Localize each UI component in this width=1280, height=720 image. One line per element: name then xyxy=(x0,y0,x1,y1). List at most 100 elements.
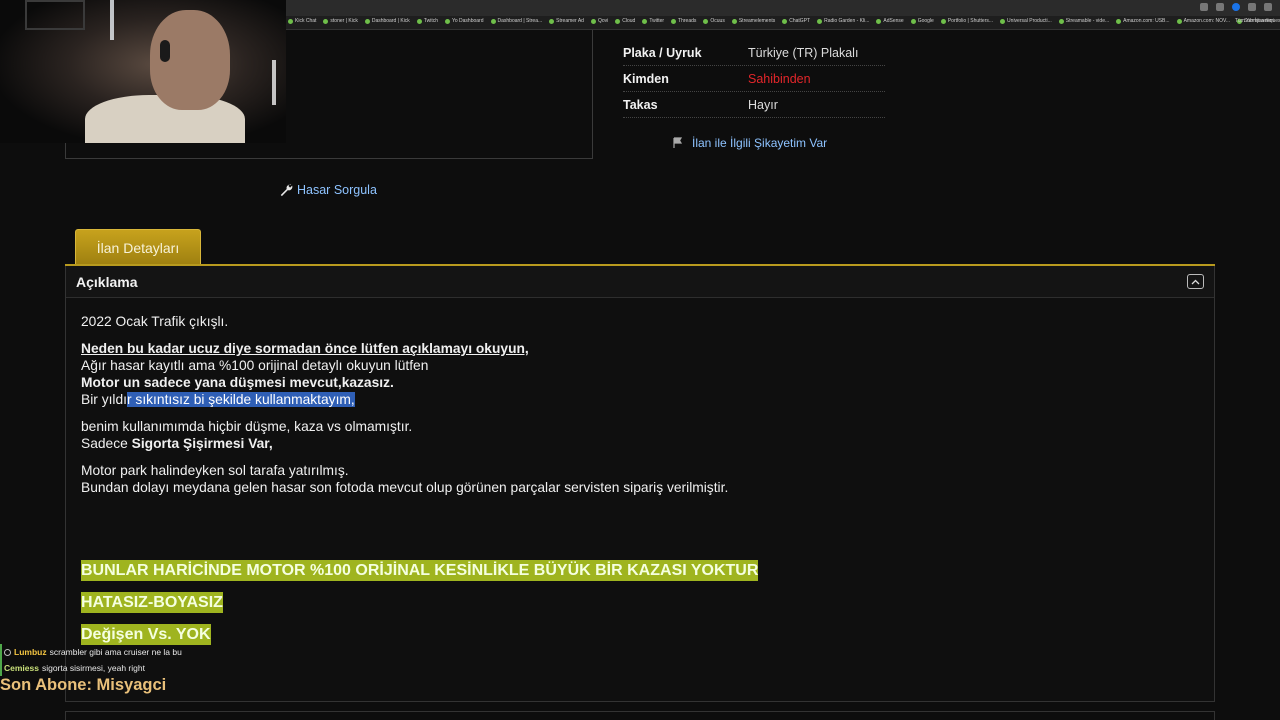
menu-icon[interactable] xyxy=(1264,3,1272,11)
bookmark-item[interactable]: Radio Garden - Kli... xyxy=(817,18,869,24)
bookmark-item[interactable]: Threads xyxy=(671,18,696,24)
stream-chat: Lumbuz scrambler gibi ama cruiser ne la … xyxy=(0,644,182,676)
bookmark-label: Ocuus xyxy=(710,18,725,24)
description-header: Açıklama xyxy=(66,266,1214,298)
bookmark-favicon-icon xyxy=(549,18,555,24)
bookmark-favicon-icon xyxy=(590,18,596,24)
bookmark-item[interactable]: Streamelements xyxy=(731,18,776,24)
desc-line: Motor un sadece yana düşmesi mevcut,kaza… xyxy=(81,375,394,390)
info-row-takas: Takas Hayır xyxy=(623,92,885,118)
webcam-light xyxy=(110,0,114,40)
bookmark-favicon-icon xyxy=(731,18,737,24)
bookmark-favicon-icon xyxy=(615,18,621,24)
flag-icon xyxy=(673,137,683,148)
bookmark-label: stoner | Kick xyxy=(330,18,358,24)
bookmark-label: Dashboard | Kick xyxy=(371,18,410,24)
bookmark-label: Threads xyxy=(678,18,697,24)
bookmark-label: Streamer Ad xyxy=(556,18,584,24)
bookmark-favicon-icon xyxy=(1000,18,1006,24)
bookmark-favicon-icon xyxy=(910,18,916,24)
info-key: Takas xyxy=(623,97,658,112)
chat-message: Lumbuz scrambler gibi ama cruiser ne la … xyxy=(0,644,182,660)
bookmark-label: Amazon.com: NOV... xyxy=(1183,18,1231,24)
listing-info-table: Plaka / Uyruk Türkiye (TR) Plakalı Kimde… xyxy=(623,40,885,118)
bookmark-favicon-icon xyxy=(817,18,823,24)
wrench-icon xyxy=(280,183,293,197)
bookmark-item[interactable]: Universal Producti... xyxy=(1000,18,1052,24)
bookmark-item[interactable]: Twitch xyxy=(416,18,438,24)
bookmark-favicon-icon xyxy=(782,18,788,24)
browser-toolbar-icons xyxy=(1200,3,1272,11)
bookmark-item[interactable]: ChatGPT xyxy=(782,18,810,24)
complaint-link[interactable]: İlan ile İlgili Şikayetim Var xyxy=(672,136,827,150)
extension-icon[interactable] xyxy=(1248,3,1256,11)
desc-line: Neden bu kadar ucuz diye sormadan önce l… xyxy=(81,341,529,356)
chat-badge-icon xyxy=(4,648,11,656)
bookmark-item[interactable]: Amazon.com: USB... xyxy=(1116,18,1170,24)
bookmark-favicon-icon xyxy=(671,18,677,24)
description-title: Açıklama xyxy=(76,273,138,290)
bookmark-item[interactable]: Dashboard | Kick xyxy=(364,18,410,24)
webcam-background-shelf xyxy=(25,0,85,30)
bookmark-item[interactable]: Cloud xyxy=(615,18,635,24)
headset xyxy=(160,40,170,62)
extension-icon[interactable] xyxy=(1200,3,1208,11)
bookmark-item[interactable]: Streamable - vide... xyxy=(1058,18,1110,24)
chevron-up-icon xyxy=(1191,279,1200,284)
bookmark-label: Streamable - vide... xyxy=(1065,18,1110,24)
bookmark-label: Radio Garden - Kli... xyxy=(824,18,870,24)
bookmark-favicon-icon xyxy=(323,18,329,24)
bookmark-item[interactable]: Streamer Ad xyxy=(549,18,584,24)
info-key: Kimden xyxy=(623,71,669,86)
last-subscriber: Son Abone: Misyagci xyxy=(0,676,167,694)
bookmark-label: Dashboard | Strea... xyxy=(497,18,543,24)
desc-text: Bir yıldı xyxy=(81,392,127,407)
bookmark-label: Streamelements xyxy=(738,18,776,24)
desc-line: benim kullanımımda hiçbir düşme, kaza vs… xyxy=(81,419,413,434)
bookmark-item[interactable]: Amazon.com: NOV... xyxy=(1176,18,1231,24)
complaint-label: İlan ile İlgili Şikayetim Var xyxy=(692,136,828,150)
bookmark-item[interactable]: Qovi xyxy=(590,18,609,24)
info-key: Plaka / Uyruk xyxy=(623,45,702,60)
bookmark-item[interactable]: Yo Dashboard xyxy=(444,18,484,24)
bookmark-favicon-icon xyxy=(444,18,450,24)
bookmark-item[interactable]: Portfolio | Shutters... xyxy=(940,18,994,24)
description-panel: Açıklama 2022 Ocak Trafik çıkışlı. Neden… xyxy=(65,266,1215,702)
bookmark-item[interactable]: Kick Chat xyxy=(288,18,316,24)
desc-bold-text: Sigorta Şişirmesi Var, xyxy=(131,436,273,451)
bookmark-label: Google xyxy=(917,18,934,24)
bookmarks-list: Kick Chat stoner | Kick Dashboard | Kick Tw… xyxy=(288,18,1280,24)
highlight-line: HATASIZ-BOYASIZ xyxy=(81,592,223,613)
highlight-line: BUNLAR HARİCİNDE MOTOR %100 ORİJİNAL KES… xyxy=(81,560,759,581)
bookmark-label: Portfolio | Shutters... xyxy=(947,18,994,24)
bookmark-favicon-icon xyxy=(940,18,946,24)
all-bookmarks-link[interactable]: Tüm Yer İşaretleri xyxy=(1235,18,1274,24)
bookmark-favicon-icon xyxy=(288,18,293,24)
desc-line: Sadece Sigorta Şişirmesi Var, xyxy=(81,435,273,452)
bookmark-label: Universal Producti... xyxy=(1007,18,1052,24)
hasar-sorgula-label: Hasar Sorgula xyxy=(297,183,377,197)
bookmark-item[interactable]: Ocuus xyxy=(703,18,725,24)
desc-line: Motor park halindeyken sol tarafa yatırı… xyxy=(81,463,349,478)
highlight-line: Değişen Vs. YOK xyxy=(81,624,211,645)
tab-ilan-detaylari[interactable]: İlan Detayları xyxy=(75,229,201,265)
extension-icon[interactable] xyxy=(1216,3,1224,11)
bookmark-item[interactable]: Twitter xyxy=(642,18,664,24)
bookmark-item[interactable]: AdSense xyxy=(876,18,904,24)
webcam-overlay xyxy=(0,0,286,143)
highlight-text: BUNLAR HARİCİNDE MOTOR %100 ORİJİNAL KES… xyxy=(81,560,759,581)
info-value: Türkiye (TR) Plakalı xyxy=(748,45,859,60)
bookmark-favicon-icon xyxy=(416,18,422,24)
bookmark-item[interactable]: Google xyxy=(910,18,934,24)
selected-text: r sıkıntısız bi şekilde kullanmaktayım, xyxy=(127,392,355,407)
bookmark-item[interactable]: Dashboard | Strea... xyxy=(490,18,543,24)
profile-icon[interactable] xyxy=(1232,3,1240,11)
chat-message: Cemiess sigorta sisirmesi, yeah right xyxy=(0,660,182,676)
bookmark-item[interactable]: stoner | Kick xyxy=(323,18,358,24)
collapse-button[interactable] xyxy=(1187,274,1204,289)
bookmark-favicon-icon xyxy=(364,18,370,24)
hasar-sorgula-link[interactable]: Hasar Sorgula xyxy=(279,183,377,197)
bookmark-label: Qovi xyxy=(597,18,609,24)
desc-text: Sadece xyxy=(81,436,132,451)
info-row-kimden: Kimden Sahibinden xyxy=(623,66,885,92)
